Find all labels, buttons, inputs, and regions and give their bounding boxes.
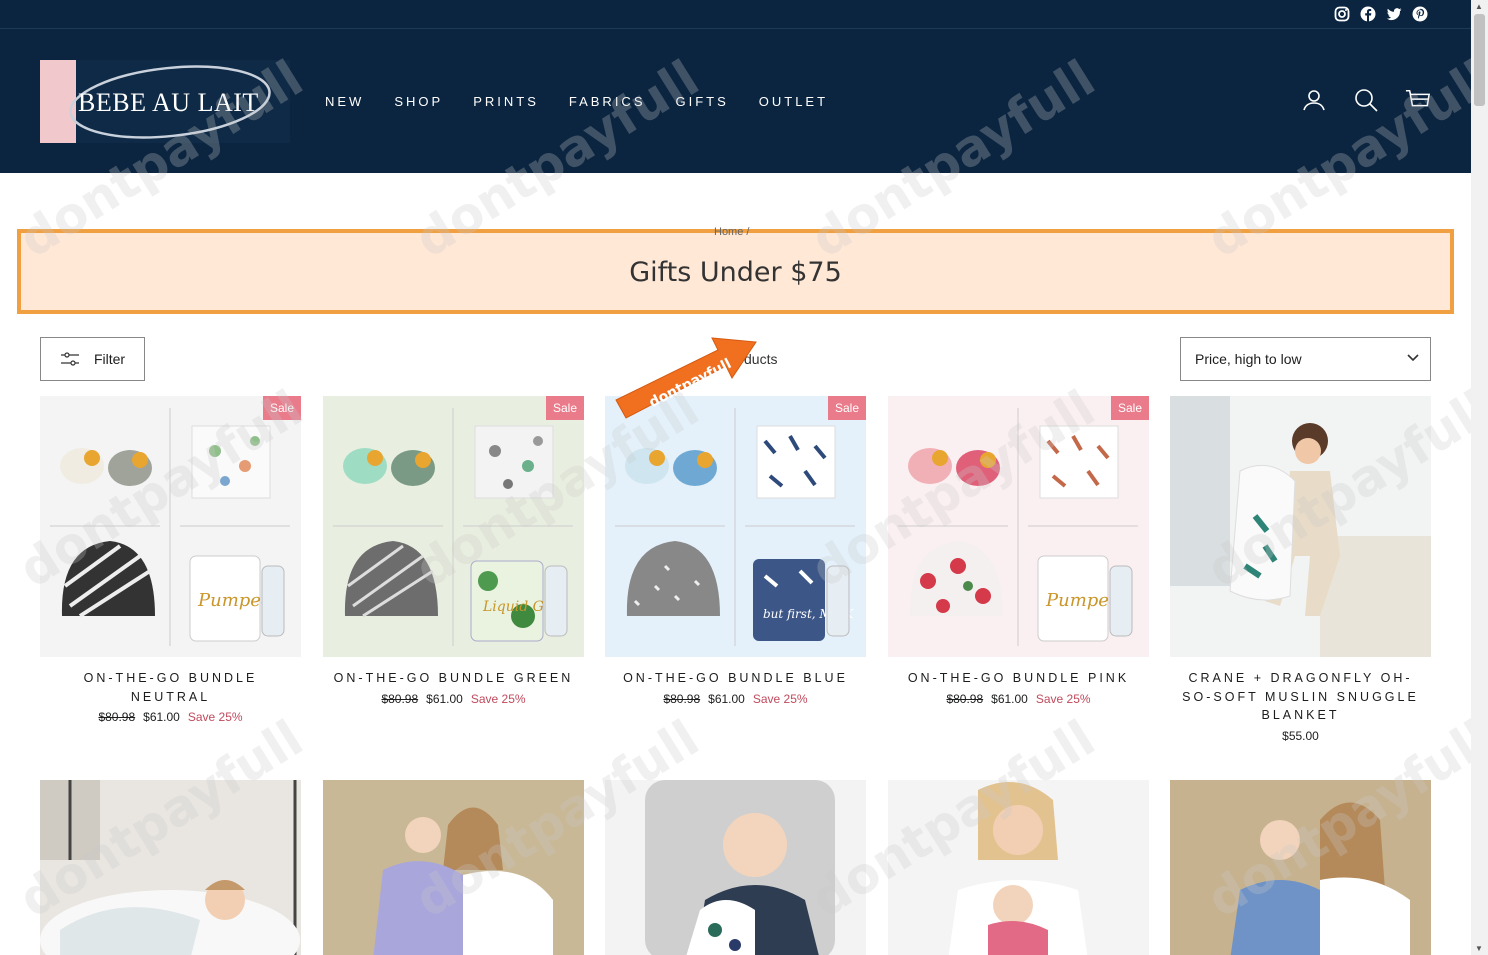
breadcrumb[interactable]: Home / (714, 226, 749, 238)
sort-selected-value: Price, high to low (1195, 351, 1302, 367)
savings-text: Save 25% (470, 691, 526, 706)
sort-select[interactable]: Price, high to low (1180, 337, 1431, 381)
original-price: $80.98 (98, 710, 136, 724)
product-image[interactable] (605, 780, 866, 955)
product-image[interactable] (1170, 780, 1431, 955)
product-photo (40, 780, 301, 955)
product-image[interactable] (40, 780, 301, 955)
page: BEBE AU LAIT NEW SHOP PRINTS FABRICS GIF… (0, 0, 1471, 955)
original-price: $80.98 (381, 691, 419, 706)
product-image[interactable] (888, 780, 1149, 955)
sale-badge: Sale (827, 396, 866, 420)
top-bar (0, 0, 1471, 29)
product-image[interactable] (1170, 396, 1431, 657)
twitter-icon[interactable] (1385, 5, 1403, 23)
product-price: $55.00 (1170, 729, 1431, 743)
bundle-collage: Liquid Gold (333, 408, 573, 646)
instagram-icon[interactable] (1333, 5, 1351, 23)
pinterest-icon[interactable] (1411, 5, 1429, 23)
product-title[interactable]: ON-THE-GO BUNDLE NEUTRAL (40, 669, 301, 706)
nav-gifts[interactable]: GIFTS (675, 94, 728, 109)
sale-price: $61.00 (143, 710, 180, 724)
product-title[interactable]: ON-THE-GO BUNDLE PINK (888, 669, 1149, 688)
original-price: $80.98 (663, 691, 701, 706)
product-card[interactable]: but first, MILK Sale ON-THE-GO BUNDLE BL… (605, 396, 866, 706)
scroll-down-arrow-icon[interactable]: ▼ (1475, 944, 1483, 953)
bundle-collage: Pumped! (50, 408, 290, 646)
filter-label: Filter (93, 351, 126, 367)
header-icons (1301, 87, 1431, 113)
product-image[interactable] (323, 780, 584, 955)
search-icon[interactable] (1353, 87, 1379, 113)
sale-badge: Sale (1110, 396, 1149, 420)
product-photo (1170, 780, 1431, 955)
filter-icon (60, 352, 79, 366)
product-price: $80.98 $61.00 Save 25% (40, 710, 301, 724)
product-title[interactable]: ON-THE-GO BUNDLE BLUE (605, 669, 866, 688)
product-photo (1170, 396, 1431, 657)
nav-prints[interactable]: PRINTS (473, 94, 539, 109)
site-logo[interactable]: BEBE AU LAIT (40, 60, 290, 143)
product-card[interactable]: CRANE + DRAGONFLY OH-SO-SOFT MUSLIN SNUG… (1170, 396, 1431, 743)
product-price: $80.98 $61.00 Save 25% (888, 692, 1149, 706)
product-image[interactable]: Liquid Gold Sale (323, 396, 584, 657)
product-price: $80.98 $61.00 Save 25% (605, 692, 866, 706)
product-price: $80.98 $61.00 Save 25% (323, 692, 584, 706)
product-photo (605, 780, 866, 955)
product-card[interactable]: Pumped! Sale ON-THE-GO BUNDLE NEUTRAL $8… (40, 396, 301, 724)
cart-icon[interactable] (1405, 87, 1431, 113)
sale-price: $61.00 (708, 691, 745, 706)
facebook-icon[interactable] (1359, 5, 1377, 23)
original-price: $80.98 (946, 691, 984, 706)
product-image[interactable]: Pumped! Sale (888, 396, 1149, 657)
social-links (1333, 5, 1429, 23)
nav-shop[interactable]: SHOP (394, 94, 443, 109)
chevron-down-icon (1407, 354, 1419, 362)
bundle-collage: but first, MILK (615, 408, 855, 646)
promo-arrow-sticker: dontpayfull (615, 337, 757, 419)
vertical-scrollbar[interactable]: ▲ ▼ (1471, 0, 1488, 955)
account-icon[interactable] (1301, 87, 1327, 113)
savings-text: Save 25% (752, 691, 808, 706)
regular-price: $55.00 (1282, 728, 1319, 743)
bundle-collage: Pumped! (898, 408, 1138, 646)
page-title: Gifts Under $75 (629, 257, 842, 288)
nav-new[interactable]: NEW (325, 94, 364, 109)
scroll-up-arrow-icon[interactable]: ▲ (1475, 2, 1483, 11)
product-card[interactable]: Liquid Gold Sale ON-THE-GO BUNDLE GREEN … (323, 396, 584, 706)
logo-text: BEBE AU LAIT (78, 88, 259, 117)
product-card[interactable]: Pumped! Sale ON-THE-GO BUNDLE PINK $80.9… (888, 396, 1149, 706)
nav-fabrics[interactable]: FABRICS (569, 94, 646, 109)
savings-text: Save 25% (187, 710, 243, 724)
main-nav: NEW SHOP PRINTS FABRICS GIFTS OUTLET (325, 94, 858, 109)
sale-price: $61.00 (991, 691, 1028, 706)
product-photo (323, 780, 584, 955)
sale-price: $61.00 (426, 691, 463, 706)
product-title[interactable]: CRANE + DRAGONFLY OH-SO-SOFT MUSLIN SNUG… (1170, 669, 1431, 725)
nav-outlet[interactable]: OUTLET (759, 94, 828, 109)
scrollbar-thumb[interactable] (1474, 14, 1485, 106)
product-title[interactable]: ON-THE-GO BUNDLE GREEN (323, 669, 584, 688)
filter-button[interactable]: Filter (40, 337, 145, 381)
product-image[interactable]: but first, MILK Sale (605, 396, 866, 657)
product-photo (888, 780, 1149, 955)
savings-text: Save 25% (1035, 691, 1091, 706)
sale-badge: Sale (262, 396, 301, 420)
site-header: BEBE AU LAIT NEW SHOP PRINTS FABRICS GIF… (0, 29, 1471, 173)
sale-badge: Sale (545, 396, 584, 420)
product-image[interactable]: Pumped! Sale (40, 396, 301, 657)
collection-banner: Gifts Under $75 (17, 229, 1454, 314)
